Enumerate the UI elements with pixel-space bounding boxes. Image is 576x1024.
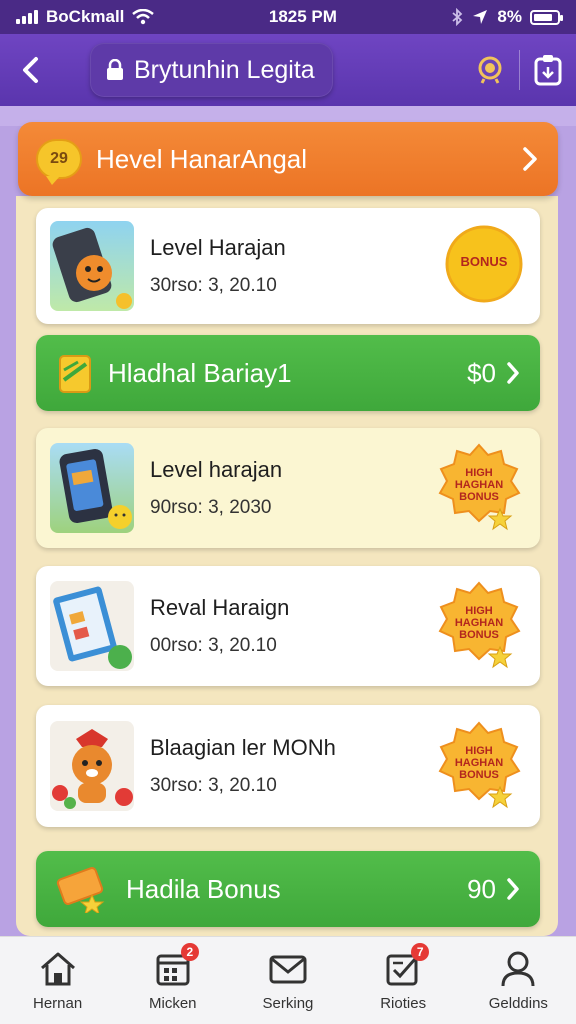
wifi-icon: [132, 9, 155, 25]
item-title: Blaagian ler MONh: [150, 735, 336, 760]
back-button[interactable]: [0, 34, 60, 106]
nav-label: Hernan: [32, 995, 83, 1012]
nav-item-profile[interactable]: Gelddins: [468, 937, 568, 1024]
phone-thumbnail: [50, 443, 134, 533]
promo-bar[interactable]: Hladhal Bariay1 $0: [36, 335, 540, 411]
phone-character-thumbnail: [50, 221, 134, 311]
share-button[interactable]: [520, 34, 576, 106]
bonus-bar-title: Hadila Bonus: [126, 873, 281, 904]
promo-title: Hladhal Bariay1: [108, 357, 292, 388]
chevron-right-icon: [507, 878, 519, 900]
bonus-bar[interactable]: Hadila Bonus 90: [36, 851, 540, 927]
item-title: Level Harajan: [150, 235, 286, 260]
notification-badge: 7: [411, 943, 430, 961]
character-thumbnail: [50, 721, 134, 811]
carrier-name: BoCkmall: [46, 7, 125, 26]
bonus-badge-text: BONUS: [460, 253, 508, 269]
ticket-star-icon: [56, 867, 105, 913]
high-bonus-badge-text: HIGH HAGHAN BONUS: [454, 466, 504, 503]
nav-item-home[interactable]: Hernan: [8, 937, 108, 1024]
chevron-right-icon: [507, 362, 519, 384]
page-title: Brytunhin Legita: [134, 55, 315, 84]
item-date: 00rso: 3, 20.10: [150, 635, 277, 656]
item-title: Reval Haraign: [150, 595, 290, 620]
clipboard-icon: [534, 55, 562, 86]
nav-item-tasks[interactable]: 7 Rioties: [353, 937, 453, 1024]
header-title-pill[interactable]: Brytunhin Legita: [90, 43, 333, 97]
checklist-icon: 7: [383, 943, 430, 989]
promo-value: $0: [467, 357, 496, 388]
battery-icon: [529, 9, 563, 25]
signal-icon: [16, 10, 38, 24]
bottom-nav: Hernan 2 Micken Serking 7 Rioties Gelddi…: [0, 936, 576, 1024]
bonus-badge: BONUS: [444, 224, 524, 309]
high-bonus-badge-text: HIGH HAGHAN BONUS: [454, 604, 504, 641]
battery-percent: 8%: [497, 7, 522, 26]
high-bonus-badge: HIGH HAGHAN BONUS: [434, 719, 524, 814]
location-icon: [473, 10, 488, 24]
nav-item-mail[interactable]: Serking: [238, 937, 338, 1024]
high-bonus-badge-text: HIGH HAGHAN BONUS: [454, 744, 504, 781]
list-item[interactable]: Level Harajan 30rso: 3, 20.10 BONUS: [36, 208, 540, 324]
banner-badge: 29: [50, 150, 68, 167]
notification-badge: 2: [180, 943, 199, 961]
status-time: 1825 PM: [268, 7, 337, 26]
featured-banner[interactable]: 29 Hevel HanarAngal: [18, 122, 558, 196]
nav-label: Rioties: [380, 995, 427, 1012]
mail-icon: [268, 949, 308, 989]
item-date: 30rso: 3, 20.10: [150, 275, 277, 296]
chevron-right-icon: [523, 147, 537, 171]
nav-label: Gelddins: [488, 995, 548, 1012]
bonus-bar-value: 90: [467, 873, 496, 904]
banner-title: Hevel HanarAngal: [96, 143, 308, 174]
item-date: 30rso: 3, 20.10: [150, 775, 277, 796]
chevron-left-icon: [23, 57, 38, 83]
home-icon: [38, 949, 78, 989]
status-bar: BoCkmall 1825 PM 8%: [0, 0, 576, 34]
calendar-icon: 2: [153, 943, 199, 989]
list-item[interactable]: Reval Haraign 00rso: 3, 20.10 HIGH HAGHA…: [36, 566, 540, 686]
item-title: Level harajan: [150, 457, 283, 482]
profile-icon: [498, 949, 538, 989]
high-bonus-badge: HIGH HAGHAN BONUS: [434, 579, 524, 674]
magnifier-icon: [478, 56, 502, 84]
list-item[interactable]: Blaagian ler MONh 30rso: 3, 20.10 HIGH H…: [36, 705, 540, 827]
nav-label: Micken: [149, 995, 197, 1012]
lock-icon: [107, 59, 123, 80]
bluetooth-icon: [452, 8, 463, 26]
nav-label: Serking: [262, 995, 314, 1012]
item-date: 90rso: 3, 2030: [150, 497, 272, 518]
list-item[interactable]: Level harajan 90rso: 3, 2030 HIGH HAGHAN…: [36, 428, 540, 548]
chat-badge-icon: 29: [36, 139, 82, 185]
app-header: Brytunhin Legita: [0, 34, 576, 106]
high-bonus-badge: HIGH HAGHAN BONUS: [434, 441, 524, 536]
gift-card-icon: [59, 355, 91, 393]
nav-item-calendar[interactable]: 2 Micken: [123, 937, 223, 1024]
search-button[interactable]: [463, 34, 519, 106]
book-thumbnail: [50, 581, 134, 671]
